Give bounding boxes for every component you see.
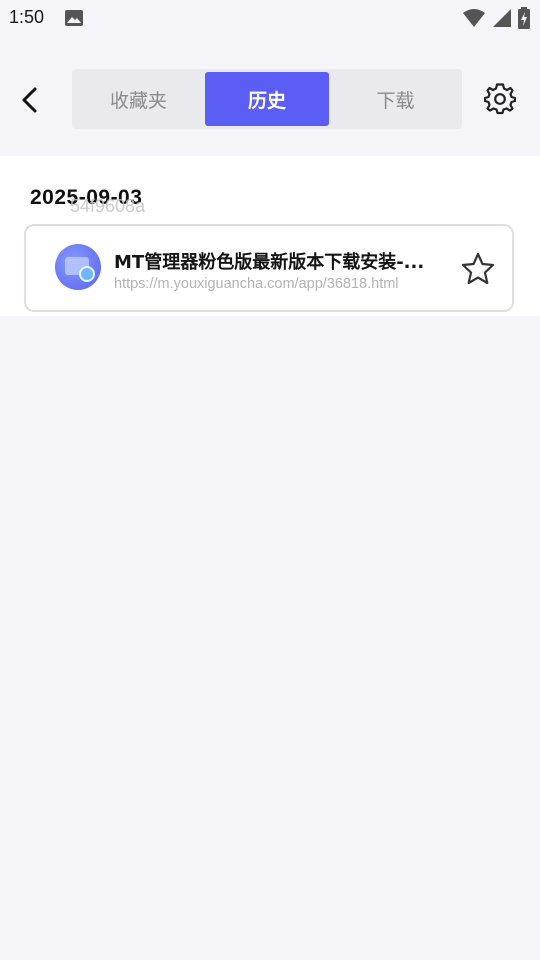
history-item[interactable]: MT管理器粉色版最新版本下载安装-... https://m.youxiguan… (24, 224, 514, 312)
history-list-section: 2025-09-03 54f9608a MT管理器粉色版最新版本下载安装-...… (0, 156, 540, 316)
tab-favorites[interactable]: 收藏夹 (75, 72, 202, 126)
status-time: 1:50 (9, 7, 45, 27)
tab-history[interactable]: 历史 (205, 72, 329, 126)
segmented-tabs: 收藏夹 历史 下载 (72, 69, 462, 129)
star-outline-icon (461, 252, 495, 285)
history-item-title: MT管理器粉色版最新版本下载安装-... (114, 252, 425, 273)
chevron-left-icon (22, 87, 37, 113)
status-icons (462, 7, 530, 29)
site-favicon-icon (55, 244, 101, 290)
status-bar: 1:50 (0, 0, 540, 36)
image-icon (65, 10, 83, 26)
tab-downloads[interactable]: 下载 (332, 72, 459, 126)
gear-icon (484, 83, 516, 115)
battery-charging-icon (518, 7, 530, 29)
browser-history-screen: 1:50 收藏夹 历史 下载 2025-09-03 54f9608a MT管理器… (0, 0, 540, 960)
signal-icon (493, 9, 511, 27)
wifi-icon (463, 9, 485, 27)
top-header: 收藏夹 历史 下载 (0, 36, 540, 156)
overlay-watermark-text: 54f9608a (70, 196, 146, 216)
settings-button[interactable] (482, 81, 518, 117)
history-item-url: https://m.youxiguancha.com/app/36818.htm… (114, 276, 399, 292)
favorite-button[interactable] (460, 251, 496, 287)
back-button[interactable] (10, 80, 50, 120)
